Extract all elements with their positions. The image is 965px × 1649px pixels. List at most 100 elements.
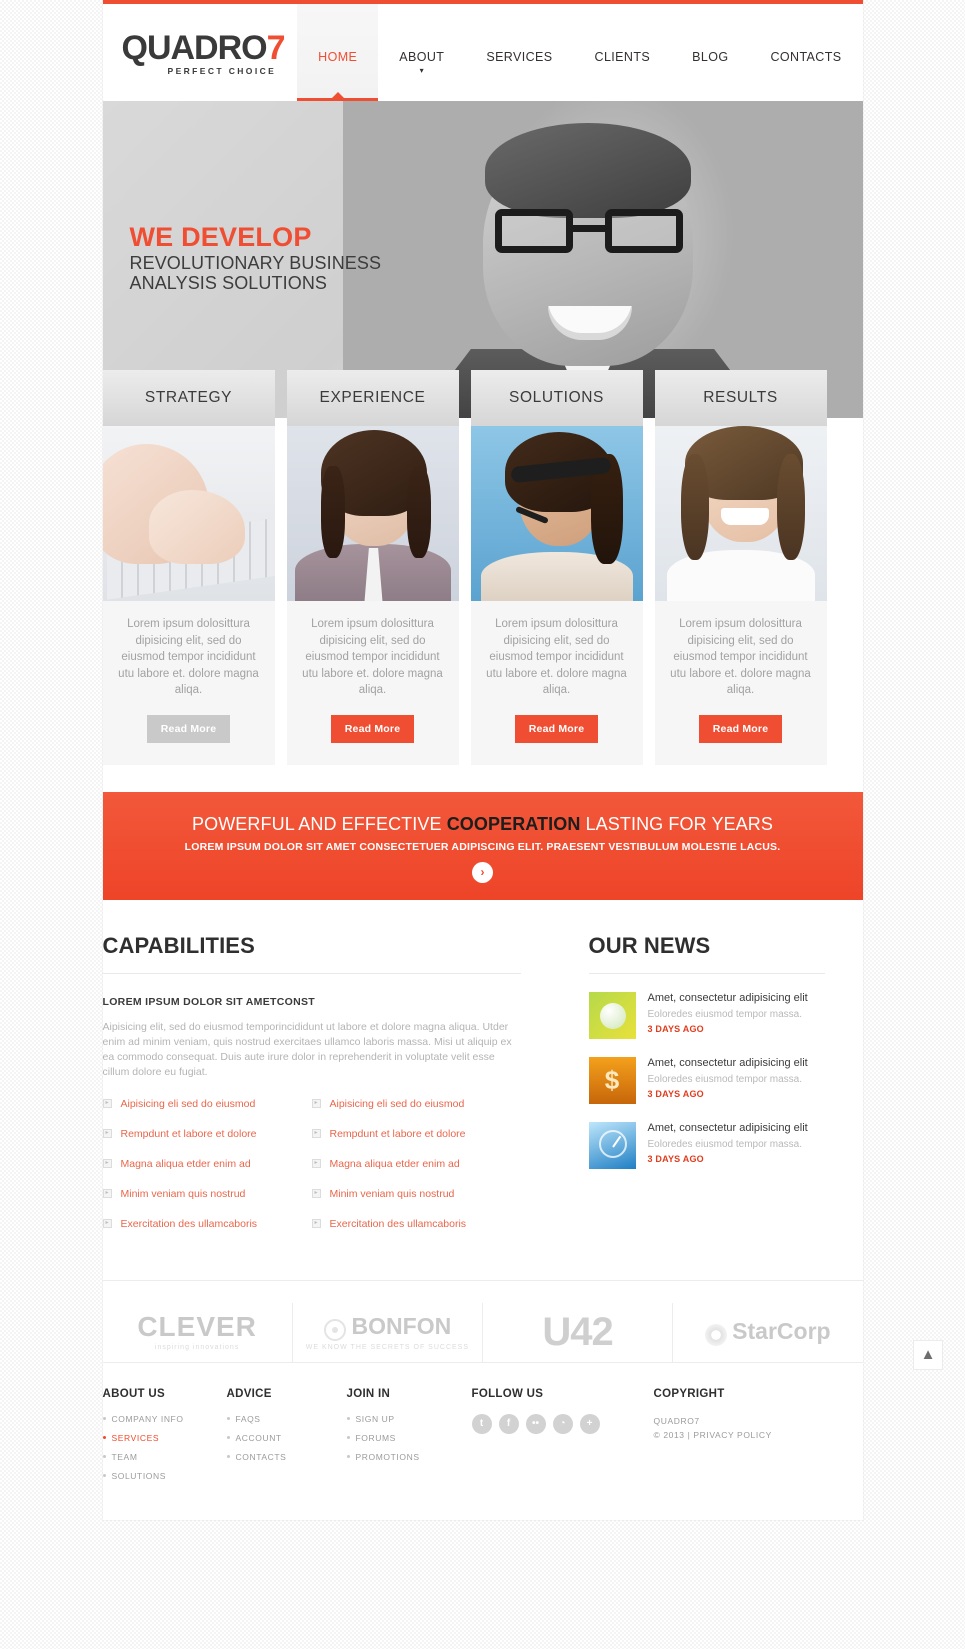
- feature-card-strategy: STRATEGY Lorem ipsum dolosittura dipisic…: [102, 370, 275, 765]
- site-header: QUADRO7 PERFECT CHOICE HOME ABOUT ▾ SERV…: [103, 4, 863, 101]
- news-thumbnail-dollar: $: [588, 1056, 636, 1104]
- list-item-label: Rempdunt et labore et dolore: [120, 1127, 257, 1140]
- nav-item-blog[interactable]: BLOG: [671, 4, 749, 101]
- plus-icon[interactable]: +: [579, 1413, 600, 1434]
- main-content: CAPABILITIES LOREM IPSUM DOLOR SIT AMETC…: [102, 900, 863, 1248]
- partner-tagline-clever: inspiring innovations: [154, 1344, 240, 1351]
- site-shell: QUADRO7 PERFECT CHOICE HOME ABOUT ▾ SERV…: [102, 0, 863, 1520]
- list-item[interactable]: ▸ Aipisicing eli sed do eiusmod: [102, 1098, 312, 1110]
- list-item[interactable]: ▸ Rempdunt et labore et dolore: [102, 1127, 312, 1140]
- list-item-label: Exercitation des ullamcaboris: [120, 1217, 258, 1230]
- capabilities-subtitle: LOREM IPSUM DOLOR SIT AMETCONST: [102, 995, 315, 1008]
- nav-item-contacts[interactable]: CONTACTS: [749, 4, 862, 101]
- read-more-button-results[interactable]: Read More: [698, 714, 783, 743]
- news-thumbnail-globe: [588, 991, 636, 1039]
- read-more-button-solutions[interactable]: Read More: [514, 714, 599, 743]
- promo-title: POWERFUL AND EFFECTIVE COOPERATION LASTI…: [113, 814, 853, 835]
- logo-tagline: PERFECT CHOICE: [167, 66, 277, 77]
- footer-link-forums[interactable]: FORUMS: [346, 1433, 472, 1443]
- footer-link-team[interactable]: TEAM: [102, 1452, 227, 1462]
- news-item-date: 3 DAYS AGO: [647, 1023, 704, 1034]
- back-to-top-button[interactable]: ▲: [913, 1339, 943, 1370]
- list-item[interactable]: ▸ Aipisicing eli sed do eiusmod: [311, 1098, 521, 1110]
- footer-link-label: SIGN UP: [355, 1413, 395, 1424]
- card-title-experience: EXPERIENCE: [286, 370, 459, 426]
- logo[interactable]: QUADRO7 PERFECT CHOICE: [103, 4, 313, 76]
- news-item-date: 3 DAYS AGO: [647, 1153, 704, 1164]
- read-more-button-experience[interactable]: Read More: [330, 714, 415, 743]
- hero-caption: WE DEVELOP REVOLUTIONARY BUSINESS ANALYS…: [129, 222, 382, 293]
- promo-title-pre: POWERFUL AND EFFECTIVE: [192, 813, 447, 834]
- footer-link-label: COMPANY INFO: [111, 1413, 184, 1424]
- footer-link-label: SERVICES: [111, 1432, 160, 1443]
- list-item-label: Minim veniam quis nostrud: [329, 1187, 455, 1200]
- partner-logo-clever[interactable]: CLEVER inspiring innovations: [103, 1302, 293, 1362]
- promo-next-arrow-icon[interactable]: ›: [472, 861, 493, 883]
- twitter-icon[interactable]: t: [471, 1413, 492, 1434]
- news-section: OUR NEWS Amet, consectetur adipisicing e…: [588, 933, 825, 1248]
- starburst-icon: [705, 1323, 728, 1346]
- list-item[interactable]: ▸ Minim veniam quis nostrud: [102, 1187, 312, 1200]
- footer-link-label: ACCOUNT: [235, 1432, 282, 1443]
- list-item[interactable]: ▸ Exercitation des ullamcaboris: [311, 1218, 521, 1230]
- bullet-icon: [346, 1436, 350, 1439]
- chevron-right-icon: ▸: [102, 1099, 112, 1108]
- read-more-button-strategy[interactable]: Read More: [146, 714, 231, 743]
- chevron-right-icon: ▸: [311, 1129, 321, 1138]
- nav-label-contacts: CONTACTS: [770, 50, 842, 64]
- nav-label-about: ABOUT: [399, 50, 445, 64]
- footer-link-company-info[interactable]: COMPANY INFO: [102, 1413, 227, 1424]
- copyright-brand: QUADRO7: [653, 1415, 700, 1426]
- partner-logo-bonfon[interactable]: BONFON WE KNOW THE SECRETS OF SUCCESS: [293, 1302, 483, 1362]
- nav-item-about[interactable]: ABOUT ▾: [378, 4, 465, 101]
- chevron-right-icon: ▸: [311, 1189, 321, 1198]
- news-item-desc: Eoloredes eiusmod tempor massa.: [647, 1138, 803, 1150]
- nav-item-home[interactable]: HOME: [297, 4, 379, 101]
- capabilities-section: CAPABILITIES LOREM IPSUM DOLOR SIT AMETC…: [102, 933, 521, 1248]
- capabilities-divider: [102, 972, 521, 974]
- nav-label-services: SERVICES: [486, 50, 553, 64]
- social-links: t f •• ◔ +: [471, 1413, 654, 1434]
- feature-cards: STRATEGY Lorem ipsum dolosittura dipisic…: [102, 370, 863, 765]
- list-item[interactable]: ▸ Magna aliqua etder enim ad: [311, 1158, 521, 1170]
- capabilities-list-right: ▸ Aipisicing eli sed do eiusmod ▸ Rempdunt…: [311, 1098, 521, 1248]
- news-item-title: Amet, consectetur adipisicing elit: [647, 1121, 808, 1134]
- list-item[interactable]: ▸ Magna aliqua etder enim ad: [102, 1157, 312, 1170]
- partner-logo-starcorp[interactable]: StarCorp: [673, 1303, 862, 1362]
- chevron-right-icon: ▸: [102, 1219, 112, 1228]
- footer-column-about-us: ABOUT US COMPANY INFO SERVICES TEAM SOLU…: [102, 1388, 227, 1490]
- list-item[interactable]: ▸ Rempdunt et labore et dolore: [311, 1127, 521, 1140]
- list-item[interactable]: ▸ Minim veniam quis nostrud: [311, 1187, 521, 1200]
- rss-icon[interactable]: ◔: [552, 1413, 573, 1434]
- logo-accent-text: 7: [266, 29, 286, 67]
- list-item-label: Rempdunt et labore et dolore: [329, 1127, 466, 1140]
- nav-item-clients[interactable]: CLIENTS: [574, 4, 672, 101]
- site-footer: ABOUT US COMPANY INFO SERVICES TEAM SOLU…: [102, 1361, 863, 1520]
- footer-column-join-in: JOIN IN SIGN UP FORUMS PROMOTIONS: [346, 1388, 472, 1490]
- footer-link-sign-up[interactable]: SIGN UP: [346, 1413, 472, 1424]
- bullet-icon: [346, 1455, 350, 1458]
- footer-link-services[interactable]: SERVICES: [102, 1432, 227, 1443]
- footer-link-solutions[interactable]: SOLUTIONS: [102, 1471, 227, 1481]
- news-thumbnail-clock: [588, 1121, 636, 1169]
- flickr-icon[interactable]: ••: [525, 1413, 546, 1434]
- nav-active-arrow-icon: [331, 92, 344, 98]
- footer-link-contacts[interactable]: CONTACTS: [226, 1452, 347, 1462]
- news-item[interactable]: Amet, consectetur adipisicing elit Eolor…: [588, 1121, 825, 1169]
- list-item-label: Minim veniam quis nostrud: [120, 1187, 246, 1200]
- hero-subline-1: REVOLUTIONARY BUSINESS: [129, 252, 382, 273]
- promo-subtitle: LOREM IPSUM DOLOR SIT AMET CONSECTETUER …: [184, 840, 781, 853]
- news-item[interactable]: Amet, consectetur adipisicing elit Eolor…: [588, 991, 825, 1039]
- copyright-text: © 2013 | PRIVACY POLICY: [653, 1429, 772, 1440]
- partner-logo-u42[interactable]: U42: [483, 1302, 674, 1362]
- list-item-label: Magna aliqua etder enim ad: [120, 1157, 251, 1170]
- promo-banner: POWERFUL AND EFFECTIVE COOPERATION LASTI…: [102, 791, 863, 900]
- nav-item-services[interactable]: SERVICES: [465, 4, 573, 101]
- footer-link-faqs[interactable]: FAQS: [226, 1414, 347, 1424]
- news-item[interactable]: $ Amet, consectetur adipisicing elit Eol…: [588, 1056, 825, 1104]
- facebook-icon[interactable]: f: [498, 1413, 519, 1434]
- footer-link-promotions[interactable]: PROMOTIONS: [346, 1452, 472, 1462]
- bullet-icon: [102, 1455, 106, 1458]
- list-item[interactable]: ▸ Exercitation des ullamcaboris: [102, 1217, 312, 1230]
- footer-link-account[interactable]: ACCOUNT: [226, 1432, 347, 1443]
